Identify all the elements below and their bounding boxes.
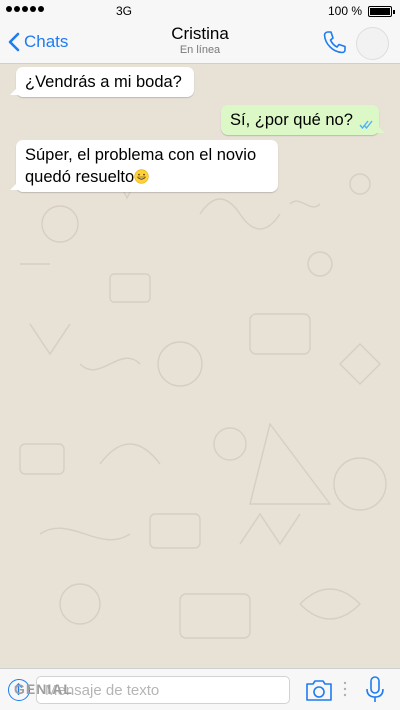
message-list[interactable]: ¿Vendrás a mi boda? Sí, ¿por qué no? Súp… — [0, 64, 400, 668]
incoming-message[interactable]: ¿Vendrás a mi boda? — [10, 67, 194, 97]
microphone-icon — [366, 676, 384, 702]
more-options-icon[interactable] — [343, 679, 347, 699]
microphone-button[interactable] — [364, 675, 386, 705]
contact-avatar[interactable] — [356, 27, 389, 60]
read-receipt-icon — [359, 120, 373, 129]
message-text: ¿Vendrás a mi boda? — [25, 73, 182, 91]
message-text: Sí, ¿por qué no? — [230, 111, 353, 129]
camera-button[interactable] — [305, 677, 333, 703]
outgoing-message[interactable]: Sí, ¿por qué no? — [221, 105, 385, 135]
camera-icon — [306, 680, 332, 701]
signal-strength-icon — [6, 6, 44, 12]
status-bar: 3G 100 % — [0, 0, 400, 22]
incoming-message[interactable]: Súper, el problema con el novio quedó re… — [10, 140, 278, 192]
grinning-face-icon — [134, 169, 149, 184]
chat-header: Chats Cristina En línea — [0, 22, 400, 64]
message-text-line-2: quedó resuelto — [25, 168, 135, 186]
network-type: 3G — [116, 4, 133, 18]
message-composer: GENIAL — [0, 668, 400, 710]
genial-watermark: GENIAL — [14, 681, 73, 697]
phone-icon — [323, 31, 346, 54]
message-text-line-1: Súper, el problema con el novio — [25, 146, 257, 164]
battery-icon — [368, 6, 395, 17]
message-input[interactable] — [36, 676, 290, 704]
whatsapp-chat-screen: 3G 100 % Chats Cristina En línea ¿Vendrá… — [0, 0, 400, 710]
battery-percentage: 100 % — [327, 4, 362, 18]
call-button[interactable] — [320, 28, 348, 56]
